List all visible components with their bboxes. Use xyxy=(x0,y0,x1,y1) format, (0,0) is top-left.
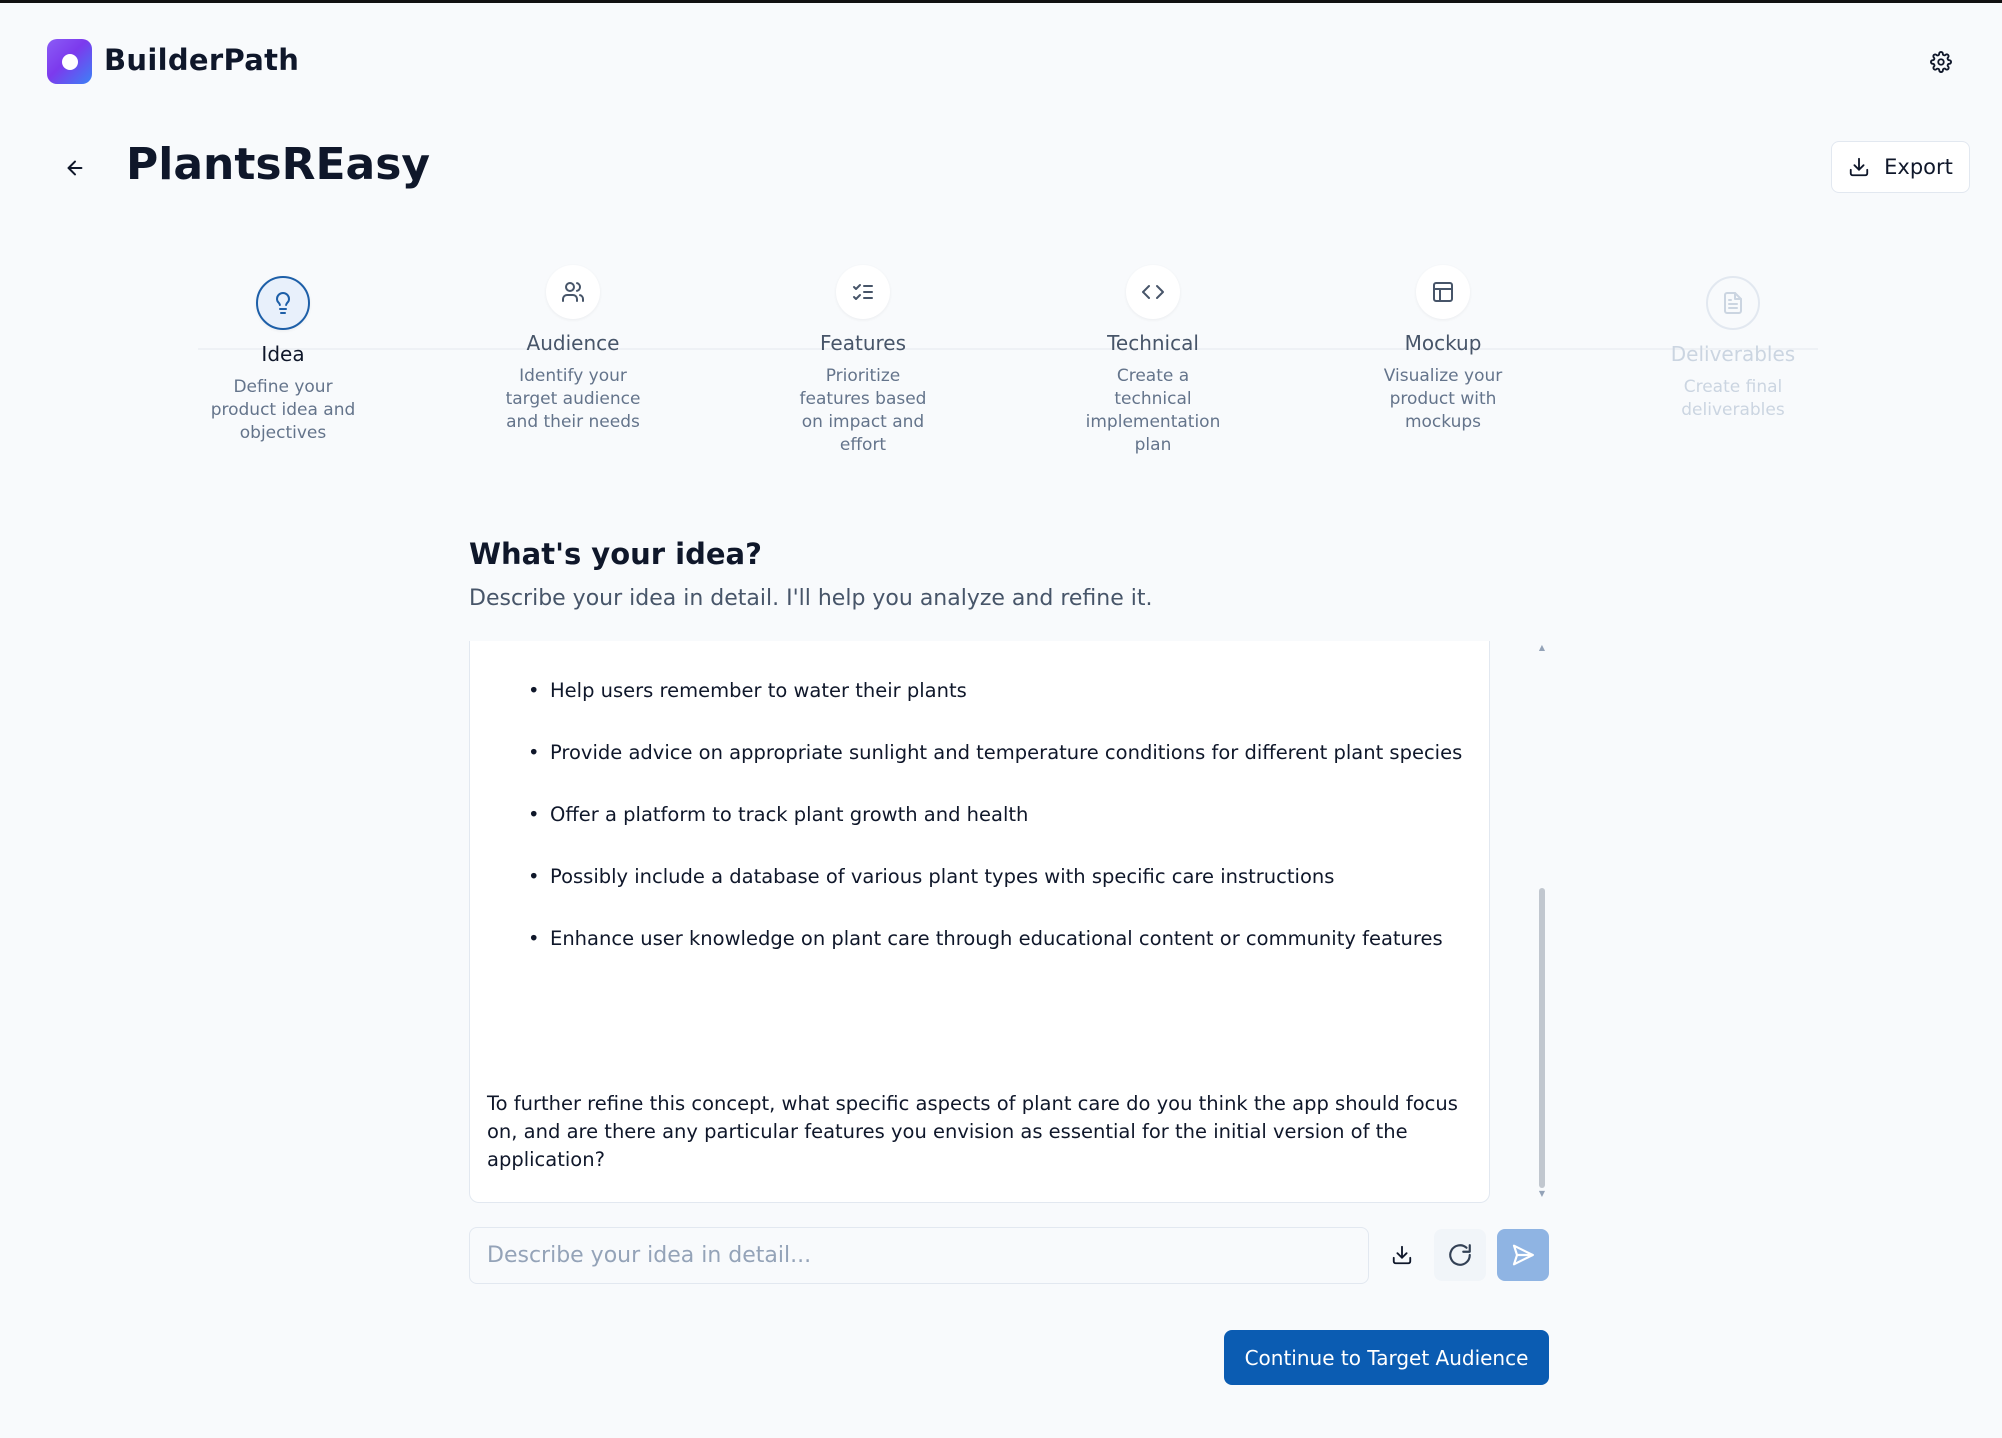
step-label: Deliverables xyxy=(1670,342,1796,366)
step-label: Technical xyxy=(1107,331,1199,355)
layout-icon xyxy=(1416,265,1470,319)
gear-icon xyxy=(1930,51,1952,73)
file-text-icon xyxy=(1706,276,1760,330)
step-mockup[interactable]: Mockup Visualize your product with mocku… xyxy=(1343,265,1543,434)
step-technical[interactable]: Technical Create a technical implementat… xyxy=(1053,265,1253,457)
step-description: Identify your target audience and their … xyxy=(505,366,641,432)
export-button[interactable]: Export xyxy=(1831,141,1970,193)
list-item: Possibly include a database of various p… xyxy=(528,863,1462,925)
assistant-message-list: Help users remember to water their plant… xyxy=(528,677,1462,987)
download-icon xyxy=(1391,1244,1413,1266)
step-description: Create final deliverables xyxy=(1681,377,1785,420)
step-label: Idea xyxy=(261,342,305,366)
download-chat-button[interactable] xyxy=(1376,1229,1428,1281)
idea-input[interactable] xyxy=(469,1227,1369,1284)
code-icon xyxy=(1126,265,1180,319)
step-description: Prioritize features based on impact and … xyxy=(799,366,927,455)
list-checks-icon xyxy=(836,265,890,319)
step-features[interactable]: Features Prioritize features based on im… xyxy=(763,265,963,457)
step-deliverables: Deliverables Create final deliverables xyxy=(1633,276,1833,422)
refresh-button[interactable] xyxy=(1434,1229,1486,1281)
scroll-down-arrow-icon[interactable]: ▼ xyxy=(1537,1189,1547,1198)
section-subtitle: Describe your idea in detail. I'll help … xyxy=(469,586,1153,611)
assistant-question: To further refine this concept, what spe… xyxy=(487,1092,1458,1171)
chat-message-panel[interactable]: Help users remember to water their plant… xyxy=(469,641,1490,1203)
continue-button[interactable]: Continue to Target Audience xyxy=(1224,1330,1549,1385)
users-icon xyxy=(546,265,600,319)
page-title: PlantsREasy xyxy=(126,139,431,190)
top-bar: BuilderPath xyxy=(0,3,2002,121)
list-item: Help users remember to water their plant… xyxy=(528,677,1462,739)
lightbulb-icon xyxy=(256,276,310,330)
brand-logo-icon xyxy=(47,39,92,84)
section-title: What's your idea? xyxy=(469,537,762,571)
export-label: Export xyxy=(1884,155,1953,179)
send-button[interactable] xyxy=(1497,1229,1549,1281)
step-description: Define your product idea and objectives xyxy=(210,377,356,443)
brand-name: BuilderPath xyxy=(104,43,300,77)
step-idea[interactable]: Idea Define your product idea and object… xyxy=(183,276,383,445)
step-label: Mockup xyxy=(1404,331,1482,355)
step-description: Visualize your product with mockups xyxy=(1383,366,1503,432)
list-item: Offer a platform to track plant growth a… xyxy=(528,801,1462,863)
settings-button[interactable] xyxy=(1926,47,1956,77)
step-description: Create a technical implementation plan xyxy=(1085,366,1221,455)
step-audience[interactable]: Audience Identify your target audience a… xyxy=(473,265,673,434)
chat-scrollbar-thumb[interactable] xyxy=(1539,888,1545,1188)
download-icon xyxy=(1848,156,1870,178)
back-button[interactable] xyxy=(58,151,92,185)
send-icon xyxy=(1510,1242,1536,1268)
list-item: Provide advice on appropriate sunlight a… xyxy=(528,739,1462,801)
scroll-up-arrow-icon[interactable]: ▲ xyxy=(1537,643,1547,652)
step-label: Audience xyxy=(526,331,620,355)
step-label: Features xyxy=(820,331,906,355)
refresh-icon xyxy=(1447,1242,1473,1268)
list-item: Enhance user knowledge on plant care thr… xyxy=(528,925,1462,987)
arrow-left-icon xyxy=(64,157,86,179)
stepper-track xyxy=(198,348,1818,350)
